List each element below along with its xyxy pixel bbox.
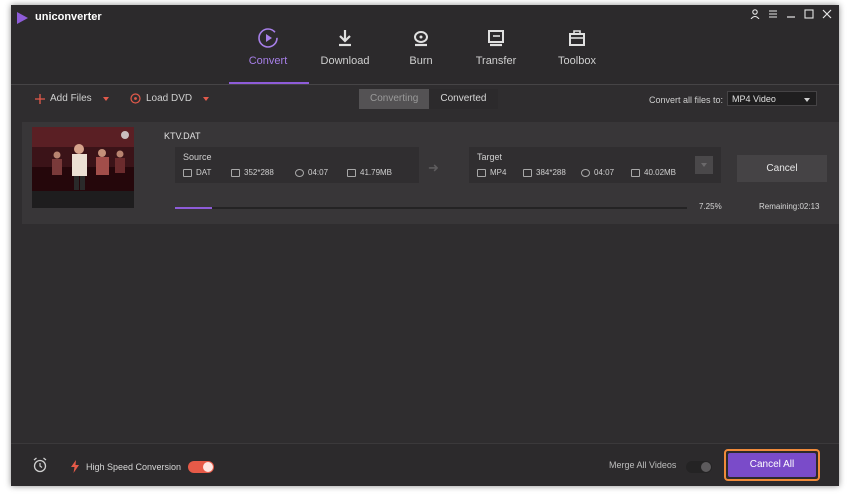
load-dvd-dropdown-icon[interactable] <box>203 96 210 101</box>
target-size: 40.02MB <box>631 168 676 177</box>
source-size-value: 41.79MB <box>360 168 393 177</box>
resolution-icon <box>523 168 532 177</box>
target-resolution-value: 384*288 <box>536 168 566 177</box>
nav-burn-label: Burn <box>409 55 433 67</box>
download-icon <box>339 30 351 47</box>
alarm-clock-icon[interactable] <box>32 457 48 478</box>
target-label: Target <box>477 152 503 162</box>
add-icon <box>35 93 45 104</box>
video-thumbnail[interactable] <box>32 127 134 191</box>
output-format-value: MP4 Video <box>732 94 776 104</box>
nav-transfer-label: Transfer <box>475 55 517 67</box>
add-files-label: Add Files <box>50 93 92 104</box>
bottom-bar: High Speed Conversion Merge All Videos C… <box>11 443 839 486</box>
nav-download-label: Download <box>320 55 370 67</box>
cancel-button[interactable]: Cancel <box>737 155 827 182</box>
target-size-value: 40.02MB <box>644 168 677 177</box>
status-tabs: Converting Converted <box>359 89 498 109</box>
film-icon <box>183 168 192 177</box>
target-info[interactable]: Target MP4 384*288 04:07 40.02MB <box>469 147 721 183</box>
top-bar: uniconverter Convert Download Burn Trans… <box>11 5 839 84</box>
add-files-button[interactable]: Add Files <box>35 93 109 104</box>
folder-icon <box>347 168 356 177</box>
source-info: Source DAT 352*288 04:07 41.79MB <box>175 147 419 183</box>
lightning-icon <box>71 460 79 473</box>
merge-toggle[interactable] <box>686 461 712 473</box>
transfer-icon <box>488 30 504 47</box>
nav-toolbox[interactable]: Toolbox <box>542 23 612 67</box>
output-format-select[interactable]: MP4 Video <box>727 91 817 106</box>
source-size: 41.79MB <box>347 168 392 177</box>
toolbox-icon <box>569 30 585 46</box>
clock-icon <box>581 168 590 177</box>
nav-convert[interactable]: Convert <box>233 23 303 67</box>
target-duration-value: 04:07 <box>594 168 615 177</box>
clock-icon <box>295 168 304 177</box>
chevron-down-icon <box>804 98 810 102</box>
nav-transfer[interactable]: Transfer <box>461 23 531 67</box>
nav-burn[interactable]: Burn <box>386 23 456 67</box>
main-nav: Convert Download Burn Transfer Toolbox <box>11 23 839 84</box>
source-resolution: 352*288 <box>231 168 274 177</box>
film-icon <box>477 168 486 177</box>
toggle-knob <box>701 462 711 472</box>
target-format-value: MP4 <box>490 168 507 177</box>
progress-fill <box>175 207 213 209</box>
source-format-value: DAT <box>196 168 212 177</box>
source-label: Source <box>183 152 212 162</box>
thumbnail-tools <box>32 191 134 208</box>
minimize-icon[interactable] <box>785 8 797 22</box>
app-name: uniconverter <box>35 11 102 23</box>
file-name: KTV.DAT <box>164 131 201 141</box>
high-speed-conversion: High Speed Conversion <box>71 460 215 473</box>
merge-label: Merge All Videos <box>609 460 677 470</box>
window-controls <box>749 8 833 22</box>
target-format: MP4 <box>477 168 506 177</box>
resolution-icon <box>231 168 240 177</box>
convert-all-label: Convert all files to: <box>649 95 724 105</box>
source-duration: 04:07 <box>295 168 328 177</box>
source-format: DAT <box>183 168 211 177</box>
cancel-all-label: Cancel All <box>728 453 816 477</box>
tab-converted[interactable]: Converted <box>429 89 498 109</box>
load-dvd-button[interactable]: Load DVD <box>130 93 210 104</box>
arrow-right-icon: ➜ <box>428 160 439 175</box>
remaining-time: Remaining:02:13 <box>759 202 820 211</box>
target-duration: 04:07 <box>581 168 614 177</box>
high-speed-toggle[interactable] <box>188 460 215 473</box>
target-settings-button[interactable] <box>695 156 713 174</box>
target-resolution: 384*288 <box>523 168 566 177</box>
convert-icon <box>258 28 278 48</box>
nav-download[interactable]: Download <box>310 23 380 67</box>
progress-percent: 7.25% <box>699 202 722 211</box>
progress-bar <box>175 207 687 209</box>
tab-converting[interactable]: Converting <box>359 89 430 109</box>
file-item: KTV.DAT Source DAT 352*288 04:07 41.79MB… <box>22 122 839 224</box>
nav-toolbox-label: Toolbox <box>558 55 596 67</box>
add-files-dropdown-icon[interactable] <box>102 96 109 101</box>
maximize-icon[interactable] <box>803 8 815 22</box>
nav-convert-label: Convert <box>248 55 288 67</box>
high-speed-label: High Speed Conversion <box>86 461 182 472</box>
menu-icon[interactable] <box>767 8 779 22</box>
source-duration-value: 04:07 <box>308 168 329 177</box>
user-icon[interactable] <box>749 8 761 22</box>
source-resolution-value: 352*288 <box>244 168 274 177</box>
dvd-icon <box>130 93 141 104</box>
close-icon[interactable] <box>821 8 833 22</box>
burn-icon <box>414 31 428 47</box>
app-window: uniconverter Convert Download Burn Trans… <box>11 5 839 486</box>
load-dvd-label: Load DVD <box>146 93 193 104</box>
folder-icon <box>631 168 640 177</box>
toolbar: Add Files Load DVD Converting Converted … <box>11 85 839 113</box>
cancel-all-button[interactable]: Cancel All <box>724 449 820 481</box>
toggle-knob <box>203 461 214 472</box>
